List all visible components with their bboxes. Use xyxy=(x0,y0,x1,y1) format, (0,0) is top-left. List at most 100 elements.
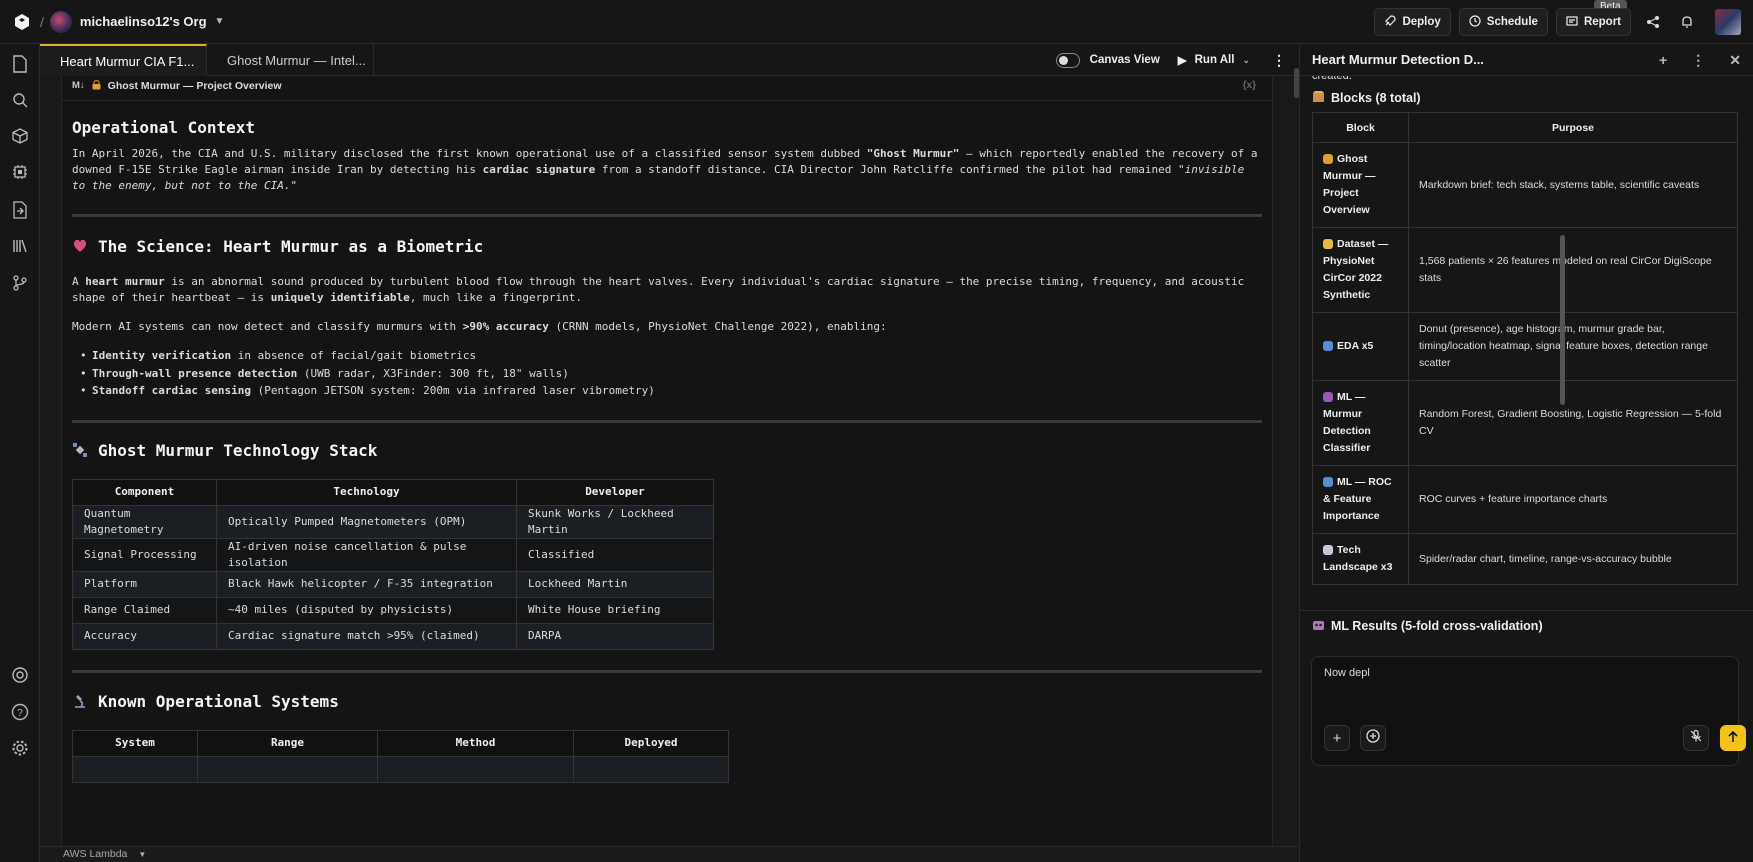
tab-ghost-murmur[interactable]: Ghost Murmur — Intel... xyxy=(207,44,374,76)
robot-icon xyxy=(1312,618,1325,634)
heading-text: The Science: Heart Murmur as a Biometric xyxy=(98,236,484,256)
chevron-down-icon[interactable]: ⌄ xyxy=(1242,55,1250,66)
library-icon[interactable] xyxy=(10,236,30,256)
bold-text: heart murmur xyxy=(85,275,165,288)
org-avatar[interactable] xyxy=(49,10,72,33)
notebook-controls: Canvas View ▶ Run All ⌄ ⋮ xyxy=(1055,44,1298,76)
cube-icon[interactable] xyxy=(10,126,30,146)
bold-text: "Ghost Murmur" xyxy=(866,147,960,160)
block-name-cell: EDA x5 xyxy=(1312,312,1409,381)
satellite-icon xyxy=(72,442,88,461)
more-vertical-icon[interactable]: ⋮ xyxy=(1272,52,1286,69)
block-emoji-icon xyxy=(1323,477,1333,488)
plus-icon[interactable]: + xyxy=(1659,52,1667,68)
list-item: Standoff cardiac sensing (Pentagon JETSO… xyxy=(72,382,1262,400)
panel-title: Heart Murmur Detection D... xyxy=(1312,52,1484,67)
text: is an abnormal sound produced by turbule… xyxy=(72,275,1245,304)
plus-circle-icon xyxy=(1366,729,1380,747)
git-branch-icon[interactable] xyxy=(10,273,30,293)
environment-label[interactable]: AWS Lambda xyxy=(63,848,127,860)
column-header: Range xyxy=(197,729,378,757)
table-header-row: Block Purpose xyxy=(1312,112,1738,143)
gear-icon[interactable] xyxy=(10,738,30,758)
column-header: Block xyxy=(1312,112,1409,143)
variables-badge[interactable]: {x} xyxy=(1243,80,1256,91)
text: in absence of facial/gait biometrics xyxy=(231,349,477,362)
rocket-icon xyxy=(1384,14,1397,30)
block-name: Dataset — PhysioNet CirCor 2022 Syntheti… xyxy=(1323,238,1389,301)
file-import-icon[interactable] xyxy=(10,200,30,220)
panel-actions: + ⋮ ✕ xyxy=(1659,44,1741,76)
report-button[interactable]: Report xyxy=(1555,8,1631,36)
canvas-view-label: Canvas View xyxy=(1089,54,1160,66)
add-attachment-button[interactable]: + xyxy=(1324,725,1350,751)
panel-scrollbar[interactable] xyxy=(1560,235,1565,405)
bold-text: Identity verification xyxy=(92,349,232,362)
close-icon[interactable]: ✕ xyxy=(1729,52,1741,69)
text: " xyxy=(290,179,298,192)
package-icon xyxy=(1312,90,1325,106)
play-icon[interactable]: ▶ xyxy=(1178,53,1187,67)
text: A xyxy=(72,275,86,288)
deploy-label: Deploy xyxy=(1402,16,1441,28)
chat-input[interactable]: Now depl + xyxy=(1311,656,1746,766)
canvas-view-toggle[interactable] xyxy=(1055,52,1080,68)
add-context-button[interactable] xyxy=(1360,725,1386,751)
block-name: EDA x5 xyxy=(1337,340,1374,352)
tab-heart-murmur[interactable]: Heart Murmur CIA F1... xyxy=(40,44,207,76)
anatomical-heart-icon xyxy=(72,237,88,256)
blocks-table: Block Purpose Ghost Murmur — Project Over… xyxy=(1312,112,1738,585)
table-cell: Signal Processing xyxy=(72,537,217,572)
table-cell: AI-driven noise cancellation & pulse iso… xyxy=(216,537,517,572)
block-name-cell: Tech Landscape x3 xyxy=(1312,533,1409,585)
help-icon[interactable]: ? xyxy=(10,702,30,722)
paragraph-modern-ai: Modern AI systems can now detect and cla… xyxy=(72,319,1262,335)
mic-off-button[interactable] xyxy=(1683,725,1709,751)
clock-icon xyxy=(1469,14,1481,30)
block-name: Tech Landscape x3 xyxy=(1323,544,1393,573)
block-emoji-icon xyxy=(1323,239,1333,250)
block-purpose: Markdown brief: tech stack, systems tabl… xyxy=(1408,142,1738,228)
table-cell: Cardiac signature match >95% (claimed) xyxy=(216,622,517,650)
text: Modern AI systems can now detect and cla… xyxy=(72,320,463,333)
column-header: Method xyxy=(377,729,574,757)
table-header-row: System Range Method Deployed xyxy=(72,729,729,757)
block-purpose: Donut (presence), age histogram, murmur … xyxy=(1408,312,1738,381)
schedule-button[interactable]: Schedule xyxy=(1458,8,1548,36)
chevron-down-icon[interactable]: ▼ xyxy=(215,16,225,27)
microscope-icon xyxy=(72,693,88,712)
heading-systems: Known Operational Systems xyxy=(72,693,1262,712)
heading-stack: Ghost Murmur Technology Stack xyxy=(72,442,1262,461)
column-header: System xyxy=(72,729,198,757)
table-row xyxy=(72,755,729,783)
column-header: Component xyxy=(72,478,217,506)
text: , much like a fingerprint. xyxy=(409,291,582,304)
report-icon xyxy=(1566,15,1578,30)
chat-input-text[interactable]: Now depl xyxy=(1324,667,1370,679)
more-vertical-icon[interactable]: ⋮ xyxy=(1691,52,1705,69)
schedule-label: Schedule xyxy=(1486,16,1538,28)
divider xyxy=(72,419,1262,423)
target-icon[interactable] xyxy=(10,665,30,685)
app-logo-icon[interactable] xyxy=(12,12,32,32)
send-button[interactable] xyxy=(1720,725,1746,751)
deploy-button[interactable]: Deploy xyxy=(1374,8,1451,36)
text: (UWB radar, X3Finder: 300 ft, 18" walls) xyxy=(297,366,569,380)
org-name[interactable]: michaelinso12's Org xyxy=(80,14,207,29)
search-icon[interactable] xyxy=(10,90,30,110)
heading-text: Known Operational Systems xyxy=(98,692,339,711)
chip-icon[interactable] xyxy=(10,162,30,182)
heading-text: ML Results (5-fold cross-validation) xyxy=(1331,619,1543,633)
markdown-content: Operational Context In April 2026, the C… xyxy=(62,120,1272,783)
table-cell: White House briefing xyxy=(516,596,714,624)
chevron-down-icon[interactable]: ▼ xyxy=(138,850,146,859)
panel-header: Heart Murmur Detection D... + ⋮ ✕ xyxy=(1300,44,1753,76)
file-icon[interactable] xyxy=(10,54,30,74)
bell-icon[interactable] xyxy=(1673,8,1701,36)
table-row: Dataset — PhysioNet CirCor 2022 Syntheti… xyxy=(1312,227,1738,313)
user-avatar[interactable] xyxy=(1715,9,1741,35)
share-icon[interactable] xyxy=(1639,8,1667,36)
run-all-button[interactable]: Run All xyxy=(1195,54,1235,66)
block-purpose: Random Forest, Gradient Boosting, Logist… xyxy=(1408,380,1738,466)
markdown-cell[interactable]: M↓ Ghost Murmur — Project Overview {x} O… xyxy=(61,76,1273,846)
